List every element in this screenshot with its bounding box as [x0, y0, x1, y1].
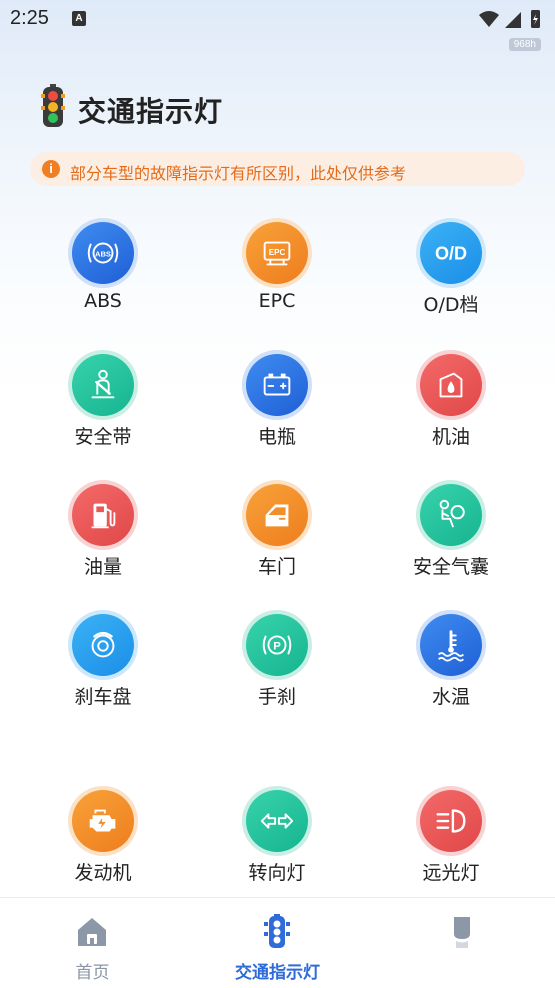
indicator-label: 刹车盘 [74, 686, 132, 708]
water-temp-icon [437, 630, 465, 662]
status-time: 2:25 [10, 7, 49, 29]
profile-icon [454, 917, 470, 948]
tab-label: 首页 [75, 963, 110, 983]
tab-home[interactable]: 首页 [0, 898, 185, 988]
wifi-icon [479, 11, 499, 27]
info-icon: i [42, 160, 60, 178]
status-icons [479, 10, 540, 28]
battery-icon [263, 373, 291, 396]
home-icon [78, 918, 106, 946]
page-header: 交通指示灯 [40, 82, 440, 130]
seatbelt-icon [91, 369, 115, 399]
signal-icon [505, 12, 521, 28]
indicator-water-temp[interactable]: 水温 [376, 610, 526, 720]
indicator-epc[interactable]: EPC EPC [202, 218, 352, 328]
svg-text:EPC: EPC [269, 248, 286, 257]
indicator-label: O/D档 [423, 294, 479, 316]
indicator-label: ABS [84, 290, 122, 312]
indicator-label: 转向灯 [248, 862, 306, 884]
indicator-battery[interactable]: 电瓶 [202, 350, 352, 460]
indicator-high-beam[interactable]: 远光灯 [376, 786, 526, 896]
abs-icon: ABS [87, 242, 119, 264]
od-icon: O/D [435, 244, 467, 264]
turn-signal-icon [260, 813, 294, 829]
indicator-fuel[interactable]: 油量 [28, 480, 178, 590]
notice-banner: i 部分车型的故障指示灯有所区别，此处仅供参考 [30, 152, 525, 186]
indicator-label: 水温 [431, 686, 470, 708]
indicator-seatbelt[interactable]: 安全带 [28, 350, 178, 460]
bottom-tab-bar: 首页 交通指示灯 [0, 897, 555, 988]
oil-icon [439, 372, 463, 398]
indicator-label: EPC [258, 290, 296, 312]
indicator-door[interactable]: 车门 [202, 480, 352, 590]
indicator-label: 安全气囊 [412, 556, 489, 578]
traffic-light-icon [264, 914, 290, 948]
indicator-handbrake[interactable]: P 手刹 [202, 610, 352, 720]
indicator-label: 发动机 [74, 862, 132, 884]
indicator-label: 油量 [83, 556, 122, 578]
tab-traffic-lights[interactable]: 交通指示灯 [185, 898, 370, 988]
indicator-brake-disc[interactable]: 刹车盘 [28, 610, 178, 720]
indicator-label: 安全带 [74, 426, 132, 448]
notice-text: 部分车型的故障指示灯有所区别，此处仅供参考 [70, 164, 407, 183]
status-bar: 2:25 A 968h [0, 0, 555, 51]
svg-text:P: P [273, 640, 281, 652]
indicator-turn-signal[interactable]: 转向灯 [202, 786, 352, 896]
door-icon [265, 504, 289, 527]
tab-profile[interactable] [370, 898, 555, 988]
indicator-oil[interactable]: 机油 [376, 350, 526, 460]
epc-icon: EPC [263, 241, 291, 266]
indicator-od[interactable]: O/D O/D档 [376, 218, 526, 328]
traffic-light-icon [41, 84, 65, 127]
svg-text:O/D: O/D [435, 244, 467, 264]
engine-icon [89, 809, 116, 832]
indicator-engine[interactable]: 发动机 [28, 786, 178, 896]
indicator-label: 手刹 [257, 686, 296, 708]
indicator-label: 远光灯 [422, 862, 480, 884]
svg-text:ABS: ABS [95, 249, 111, 258]
handbrake-icon: P [262, 635, 292, 655]
tab-label: 交通指示灯 [235, 963, 320, 983]
fuel-icon [91, 503, 116, 529]
page-title: 交通指示灯 [78, 95, 224, 128]
indicator-airbag[interactable]: 安全气囊 [376, 480, 526, 590]
indicator-label: 机油 [431, 426, 470, 448]
status-chip: 968h [508, 38, 541, 51]
notification-icon: A [72, 11, 86, 26]
indicator-label: 电瓶 [257, 426, 296, 448]
high-beam-icon [436, 809, 466, 833]
airbag-icon [439, 499, 465, 528]
indicator-label: 车门 [257, 556, 296, 578]
brake-disc-icon [91, 631, 115, 658]
indicator-abs[interactable]: ABS ABS [28, 218, 178, 328]
